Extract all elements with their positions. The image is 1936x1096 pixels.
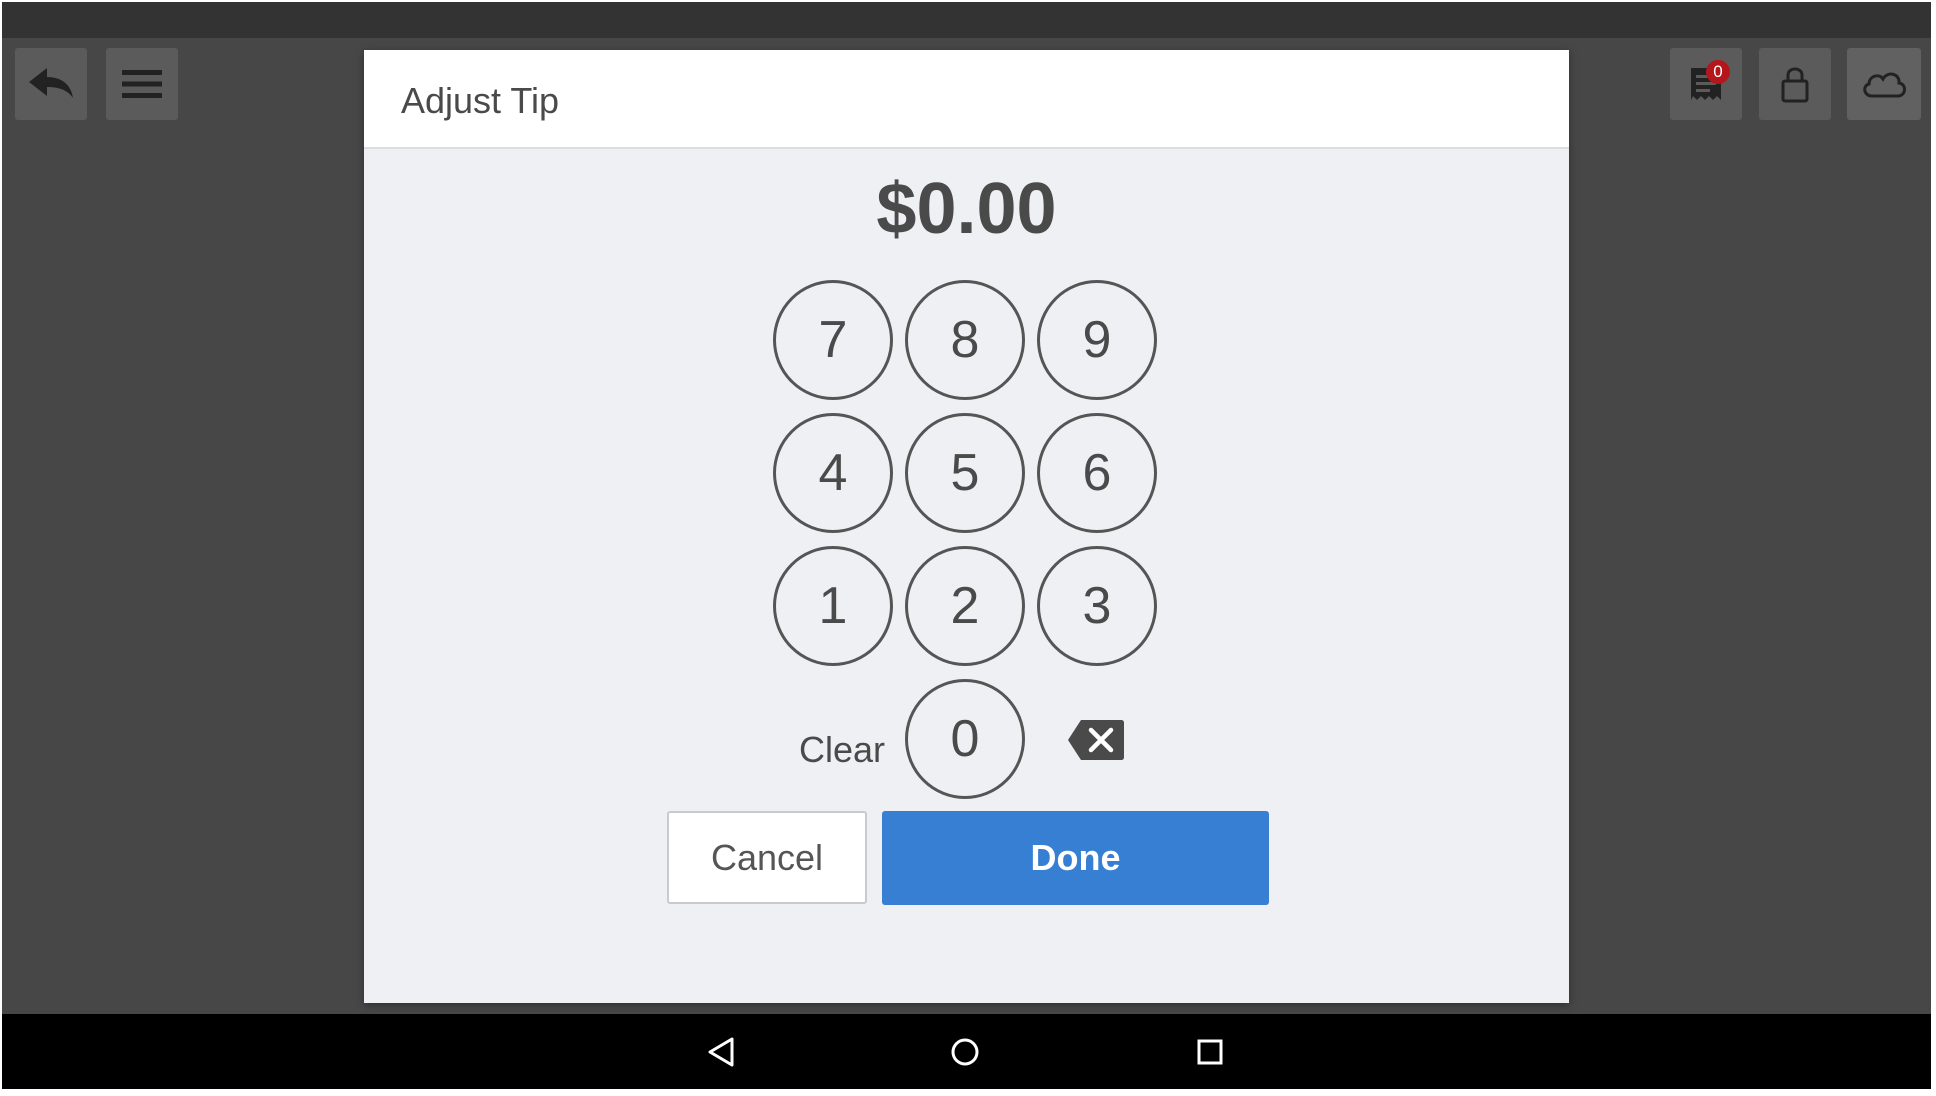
back-button[interactable]: [15, 48, 87, 120]
nav-back-icon: [708, 1037, 734, 1067]
keypad-key-5[interactable]: 5: [905, 413, 1025, 533]
back-arrow-icon: [29, 68, 73, 98]
receipt-count-badge: 0: [1706, 60, 1730, 84]
done-button[interactable]: Done: [882, 811, 1269, 905]
cancel-button[interactable]: Cancel: [667, 811, 867, 904]
device-screen: 0 Adjust Tip $0.00 7 8 9 4 5 6 1 2 3 Cle…: [2, 2, 1931, 1089]
status-bar: [2, 2, 1931, 38]
hamburger-menu-icon: [122, 70, 162, 98]
menu-button[interactable]: [106, 48, 178, 120]
adjust-tip-dialog: Adjust Tip $0.00 7 8 9 4 5 6 1 2 3 Clear…: [364, 50, 1569, 1003]
lock-icon: [1781, 67, 1809, 103]
backspace-button[interactable]: [1067, 718, 1125, 762]
nav-back-button[interactable]: [699, 1030, 743, 1074]
keypad-key-2[interactable]: 2: [905, 546, 1025, 666]
cloud-icon: [1863, 72, 1906, 98]
keypad-key-1[interactable]: 1: [773, 546, 893, 666]
android-navigation-bar: [2, 1014, 1931, 1089]
keypad-key-4[interactable]: 4: [773, 413, 893, 533]
dialog-title: Adjust Tip: [401, 80, 560, 121]
backspace-icon: [1068, 720, 1124, 760]
nav-recents-button[interactable]: [1188, 1030, 1232, 1074]
keypad-key-3[interactable]: 3: [1037, 546, 1157, 666]
nav-home-button[interactable]: [943, 1030, 987, 1074]
tip-amount-display: $0.00: [876, 169, 1057, 249]
lock-button[interactable]: [1759, 48, 1831, 120]
nav-home-icon: [951, 1038, 979, 1066]
keypad-key-7[interactable]: 7: [773, 280, 893, 400]
keypad-key-6[interactable]: 6: [1037, 413, 1157, 533]
nav-recents-icon: [1197, 1039, 1223, 1065]
keypad-key-0[interactable]: 0: [905, 679, 1025, 799]
receipt-button[interactable]: 0: [1670, 48, 1742, 120]
dialog-header: Adjust Tip: [364, 50, 1569, 149]
clear-button[interactable]: Clear: [782, 720, 902, 780]
keypad-key-9[interactable]: 9: [1037, 280, 1157, 400]
cloud-sync-button[interactable]: [1847, 48, 1921, 120]
keypad-key-8[interactable]: 8: [905, 280, 1025, 400]
